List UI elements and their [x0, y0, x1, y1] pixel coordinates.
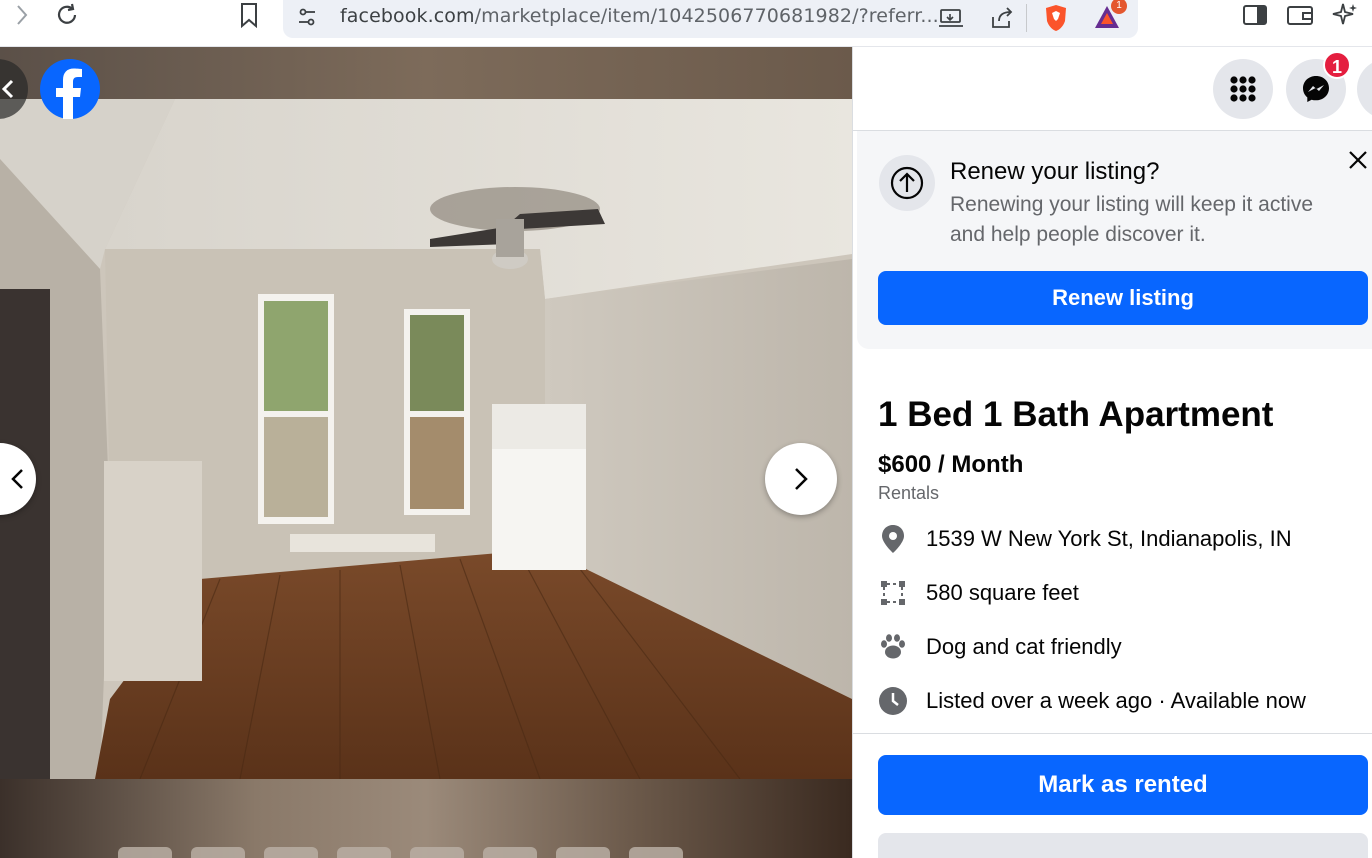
sidebar-toggle-icon[interactable] — [1240, 0, 1270, 30]
url-path: /marketplace/item/1042506770681982/?refe… — [474, 5, 939, 27]
mark-as-rented-button[interactable]: Mark as rented — [878, 755, 1368, 815]
thumbnail[interactable] — [337, 847, 391, 858]
leo-ai-icon[interactable] — [1330, 0, 1360, 30]
next-photo-button[interactable] — [765, 443, 837, 515]
arrow-up-circle-icon — [890, 166, 924, 200]
thumbnail[interactable] — [410, 847, 464, 858]
facebook-f-icon — [56, 68, 82, 119]
menu-button[interactable] — [1213, 59, 1273, 119]
detail-pets: Dog and cat friendly — [878, 630, 1122, 664]
site-settings-icon[interactable] — [295, 5, 319, 34]
thumbnail-strip — [118, 847, 683, 858]
renew-description: Renewing your listing will keep it activ… — [950, 193, 1313, 246]
thumbnail[interactable] — [264, 847, 318, 858]
square-footage-icon — [878, 578, 908, 608]
listed-text: Listed over a week ago · Available now — [926, 688, 1306, 713]
thumbnail[interactable] — [191, 847, 245, 858]
forward-icon[interactable] — [10, 0, 34, 30]
thumbnail[interactable] — [118, 847, 172, 858]
secondary-action-button[interactable] — [878, 833, 1368, 858]
address-text[interactable]: 1539 W New York St, Indianapolis, IN — [926, 526, 1292, 552]
listing-photo[interactable] — [0, 99, 852, 779]
thumbnail[interactable] — [556, 847, 610, 858]
listing-price: $600 / Month — [878, 451, 1024, 478]
photo-viewer — [0, 47, 852, 858]
toolbar-separator — [1026, 4, 1027, 32]
wallet-icon[interactable] — [1285, 0, 1315, 30]
renew-title: Renew your listing? — [950, 158, 1160, 185]
chevron-left-icon — [11, 469, 23, 489]
close-icon[interactable] — [1347, 149, 1372, 177]
address-bar[interactable]: facebook.com/marketplace/item/1042506770… — [283, 0, 1138, 38]
listing-title: 1 Bed 1 Bath Apartment — [878, 395, 1274, 434]
renew-listing-button[interactable]: Renew listing — [878, 271, 1368, 325]
brave-shield-icon[interactable] — [1043, 3, 1069, 38]
reload-icon[interactable] — [52, 0, 82, 30]
paw-icon — [878, 632, 908, 662]
messenger-badge: 1 — [1323, 51, 1351, 79]
close-viewer-button[interactable] — [0, 59, 28, 119]
extension-badge: 1 — [1111, 0, 1127, 14]
clock-icon — [878, 686, 908, 716]
chevron-right-icon — [795, 468, 808, 490]
listing-category[interactable]: Rentals — [878, 483, 939, 504]
renew-listing-card: Renew your listing? Renewing your listin… — [857, 131, 1372, 349]
install-app-icon[interactable] — [938, 6, 964, 35]
url-text[interactable]: facebook.com/marketplace/item/1042506770… — [340, 5, 939, 27]
url-domain: facebook.com — [340, 5, 475, 27]
square-feet-text: 580 square feet — [926, 580, 1079, 605]
location-pin-icon — [878, 524, 908, 554]
thumbnail[interactable] — [483, 847, 537, 858]
detail-size: 580 square feet — [878, 576, 1079, 610]
bookmark-icon[interactable] — [236, 0, 262, 30]
back-arrow-icon — [1, 79, 14, 99]
listing-details-panel: 1 Renew your listing? Renewing your list… — [852, 47, 1372, 858]
top-nav: 1 — [853, 47, 1372, 131]
renew-icon-circle — [879, 155, 935, 211]
browser-toolbar: facebook.com/marketplace/item/1042506770… — [0, 0, 1372, 47]
grid-menu-icon — [1230, 76, 1256, 102]
facebook-logo[interactable] — [40, 59, 100, 119]
detail-listed: Listed over a week ago · Available now — [878, 684, 1306, 718]
share-icon[interactable] — [989, 5, 1015, 36]
messenger-icon — [1303, 76, 1329, 102]
section-divider — [853, 733, 1372, 734]
detail-address: 1539 W New York St, Indianapolis, IN — [878, 522, 1292, 556]
thumbnail[interactable] — [629, 847, 683, 858]
pets-text: Dog and cat friendly — [926, 634, 1122, 659]
account-button[interactable] — [1357, 59, 1372, 119]
photo-blur-top — [0, 47, 852, 99]
